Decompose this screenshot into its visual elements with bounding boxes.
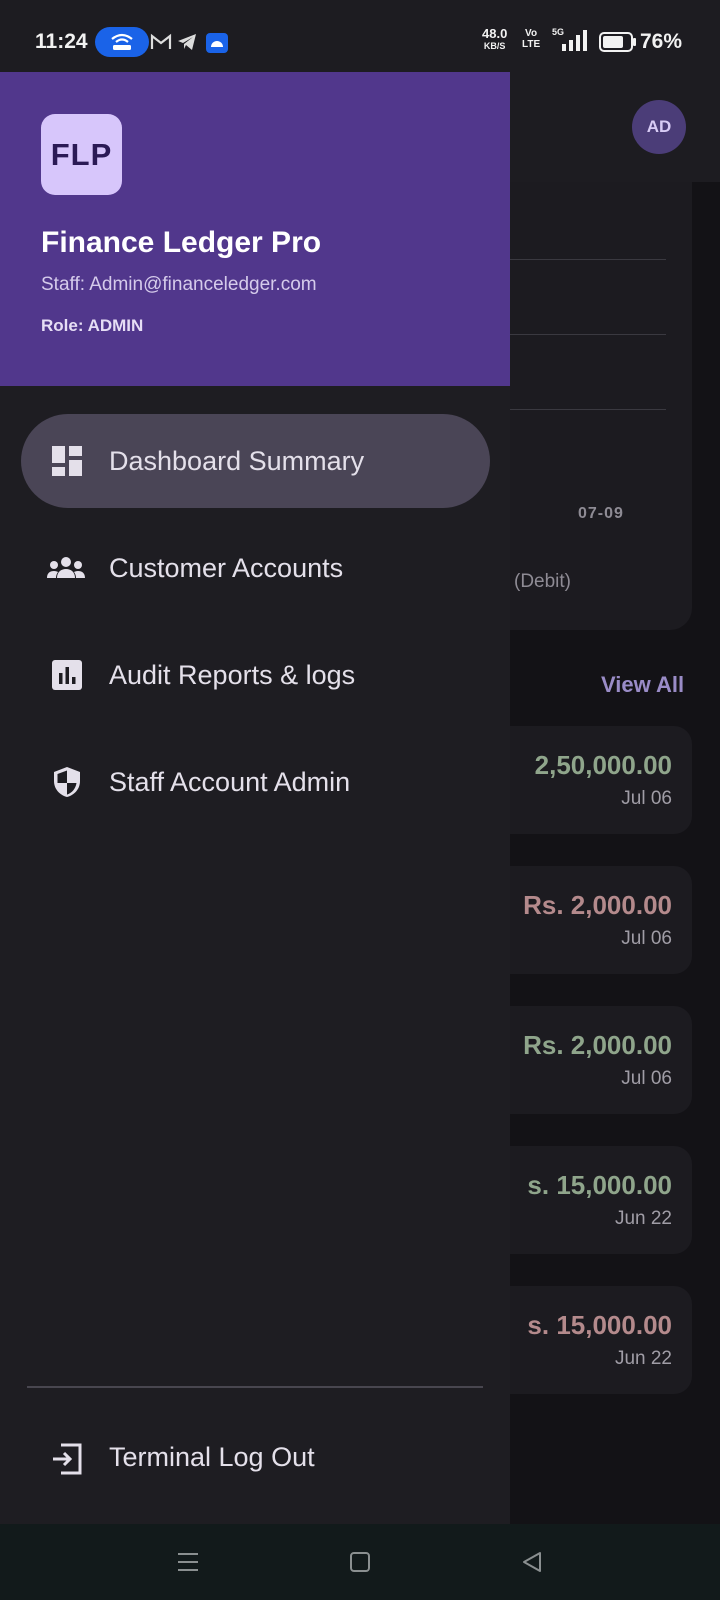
nav-item-label: Customer Accounts bbox=[109, 552, 344, 583]
system-nav-bar bbox=[0, 1524, 720, 1600]
logout-label: Terminal Log Out bbox=[109, 1442, 315, 1472]
transaction-amount: s. 15,000.00 bbox=[527, 1310, 672, 1340]
transaction-amount: Rs. 2,000.00 bbox=[523, 1030, 672, 1060]
hotspot-icon bbox=[95, 27, 149, 57]
nav-item-label: Dashboard Summary bbox=[109, 445, 365, 476]
staff-email: Staff: Admin@financeledger.com bbox=[41, 274, 317, 295]
view-all-link[interactable]: View All bbox=[601, 672, 684, 698]
app-logo: FLP bbox=[41, 114, 122, 195]
avatar[interactable]: AD bbox=[632, 100, 686, 154]
menu-icon[interactable] bbox=[172, 1546, 204, 1578]
net-speed: 48.0 KB/S bbox=[482, 26, 508, 51]
transaction-amount: Rs. 2,000.00 bbox=[523, 890, 672, 920]
transaction-date: Jul 06 bbox=[621, 928, 672, 949]
chart-tick-label: 07-09 bbox=[578, 505, 624, 522]
logout-button[interactable]: Terminal Log Out bbox=[21, 1412, 490, 1506]
bar-chart-icon bbox=[52, 660, 82, 690]
navigation-drawer: FLP Finance Ledger Pro Staff: Admin@fina… bbox=[0, 72, 510, 1524]
transaction-date: Jul 06 bbox=[621, 1068, 672, 1089]
volte-indicator: Vo LTE bbox=[522, 28, 541, 50]
transaction-date: Jul 06 bbox=[621, 788, 672, 809]
telegram-icon bbox=[178, 34, 196, 50]
shield-icon bbox=[54, 767, 80, 797]
logout-icon bbox=[53, 1443, 82, 1475]
chart-legend: (Debit) bbox=[514, 571, 572, 592]
battery-percent: 76% bbox=[640, 30, 683, 53]
nav-item-label: Audit Reports & logs bbox=[109, 659, 356, 690]
drawer-header: FLP Finance Ledger Pro Staff: Admin@fina… bbox=[0, 72, 510, 386]
gmail-icon bbox=[150, 33, 172, 49]
back-icon[interactable] bbox=[516, 1546, 548, 1578]
status-bar: 11:24 48.0 KB/S Vo LTE 5G 76% bbox=[0, 0, 720, 72]
home-icon[interactable] bbox=[344, 1546, 376, 1578]
transaction-date: Jun 22 bbox=[614, 1208, 672, 1229]
android-icon bbox=[206, 33, 228, 53]
nav-item-staff-account-admin[interactable]: Staff Account Admin bbox=[21, 735, 490, 829]
signal-icon bbox=[562, 30, 587, 51]
status-time: 11:24 bbox=[35, 30, 88, 53]
nav-item-customer-accounts[interactable]: Customer Accounts bbox=[21, 521, 490, 615]
group-icon bbox=[47, 557, 85, 578]
nav-item-label: Staff Account Admin bbox=[109, 766, 351, 797]
dashboard-icon bbox=[52, 446, 82, 476]
transaction-date: Jun 22 bbox=[614, 1348, 672, 1369]
staff-role: Role: ADMIN bbox=[41, 316, 144, 335]
drawer-divider bbox=[27, 1386, 483, 1388]
app-name: Finance Ledger Pro bbox=[41, 226, 322, 259]
nav-item-dashboard-summary[interactable]: Dashboard Summary bbox=[21, 414, 490, 508]
battery-icon bbox=[599, 32, 636, 52]
transaction-amount: s. 15,000.00 bbox=[527, 1170, 672, 1200]
nav-item-audit-reports[interactable]: Audit Reports & logs bbox=[21, 628, 490, 722]
transaction-amount: 2,50,000.00 bbox=[534, 750, 672, 780]
